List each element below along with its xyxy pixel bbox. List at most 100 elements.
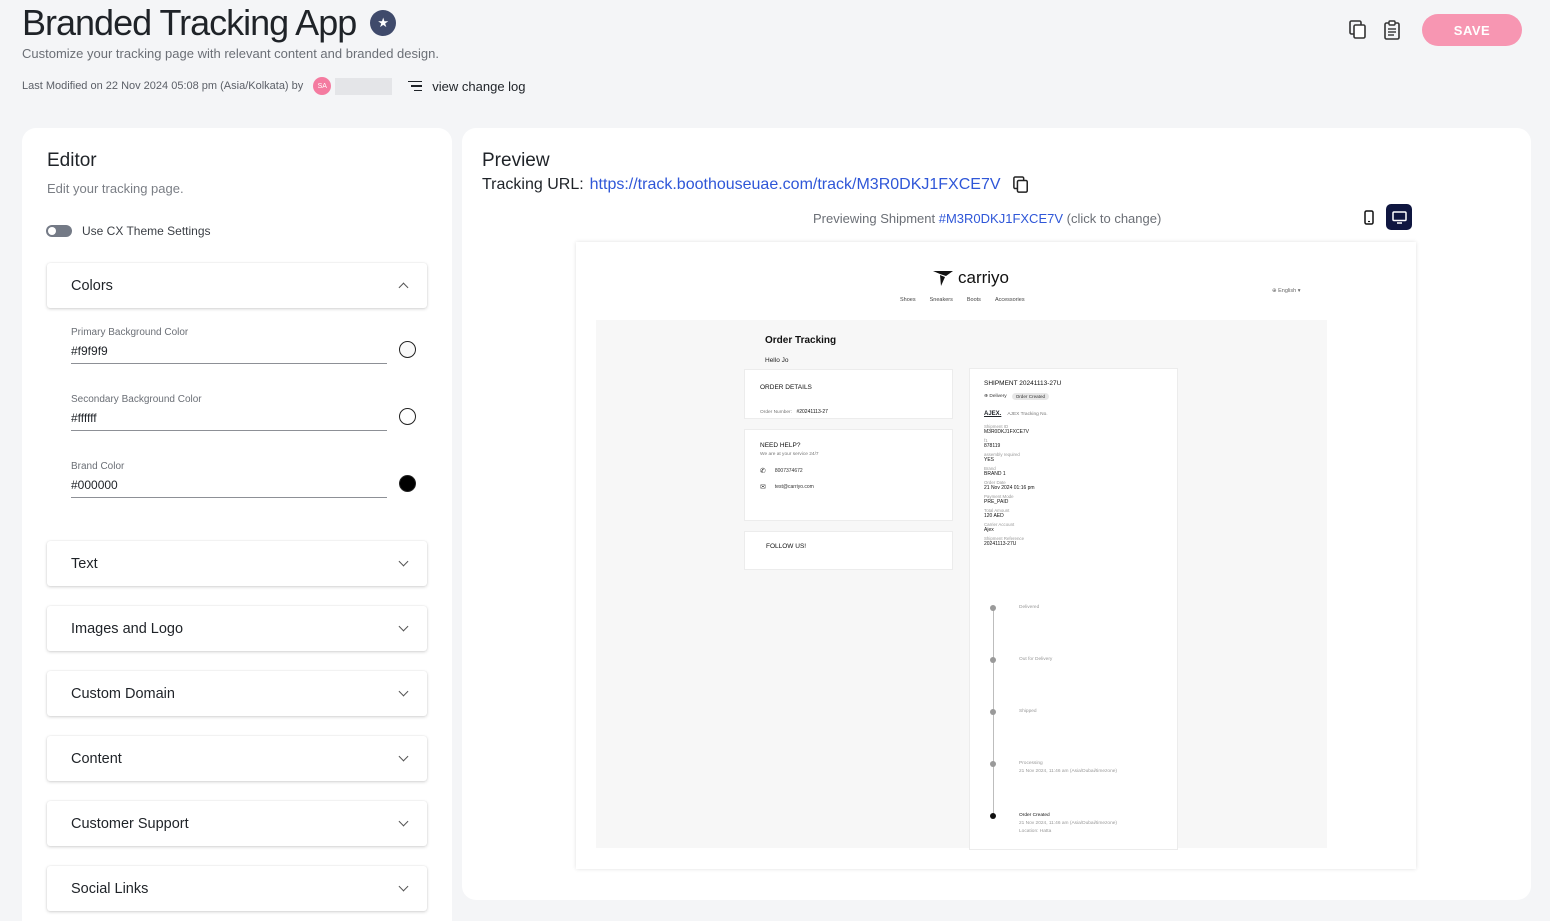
view-change-log-link[interactable]: view change log	[408, 78, 526, 94]
accordion-content[interactable]: Content	[47, 736, 427, 781]
save-button[interactable]: SAVE	[1422, 14, 1522, 46]
order-details-card: ORDER DETAILS Order Number: #20241113-27	[744, 369, 953, 419]
brand-color-field: Brand Color	[71, 461, 416, 498]
previewing-shipment[interactable]: Previewing Shipment #M3R0DKJ1FXCE7V (cli…	[813, 211, 1161, 226]
previewing-suffix: (click to change)	[1066, 211, 1162, 226]
header-actions: SAVE	[1348, 14, 1522, 46]
chevron-down-icon	[398, 556, 409, 567]
site-nav: Shoes Sneakers Boots Accessories	[900, 297, 1025, 303]
previewing-prefix: Previewing Shipment	[813, 211, 936, 226]
timeline-entry: Order Created 21 Nov 2024, 11:46 am (Asi…	[1019, 812, 1117, 836]
status-badge: Order Created	[1011, 393, 1050, 400]
secondary-bg-color-swatch[interactable]	[399, 408, 416, 425]
avatar: SA	[313, 77, 332, 95]
cx-theme-toggle-row: Use CX Theme Settings	[46, 224, 211, 238]
accordion-images-logo-label: Images and Logo	[71, 620, 184, 637]
follow-us-card: FOLLOW US!	[744, 531, 953, 570]
help-phone-row[interactable]: ✆ 8007374672	[760, 467, 937, 475]
last-modified-row: Last Modified on 22 Nov 2024 05:08 pm (A…	[22, 77, 526, 95]
page-title: Branded Tracking App	[22, 2, 357, 43]
accordion-custom-domain[interactable]: Custom Domain	[47, 671, 427, 716]
field-value: M3R0DKJ1FXCE7V	[984, 429, 1030, 435]
copy-icon[interactable]	[1348, 19, 1368, 41]
accordion-text[interactable]: Text	[47, 541, 427, 586]
timeline-dot	[990, 657, 996, 663]
chevron-down-icon	[398, 881, 409, 892]
last-modified-text: Last Modified on 22 Nov 2024 05:08 pm (A…	[22, 80, 304, 92]
field-label: Secondary Background Color	[71, 394, 202, 405]
site-brand-name: carriyo	[958, 268, 1010, 287]
mobile-view-button[interactable]	[1356, 204, 1382, 230]
timeline-status: Delivered	[1019, 605, 1040, 610]
language-selector[interactable]: ⊕ English ▾	[1272, 288, 1300, 294]
previewing-shipment-id[interactable]: #M3R0DKJ1FXCE7V	[939, 211, 1063, 226]
field-label: Primary Background Color	[71, 327, 189, 338]
truck-icon: ⊕	[984, 394, 989, 399]
field-value: PRE_PAID	[984, 499, 1009, 505]
accordion-images-logo[interactable]: Images and Logo	[47, 606, 427, 651]
chevron-down-icon	[398, 816, 409, 827]
desktop-monitor-icon	[1391, 210, 1407, 224]
field-value: 21 Nov 2024 01:16 pm	[984, 485, 1035, 491]
site-nav-item-shoes[interactable]: Shoes	[900, 297, 916, 303]
desktop-view-button[interactable]	[1386, 204, 1412, 230]
site-nav-item-boots[interactable]: Boots	[967, 297, 981, 303]
accordion-social-links-label: Social Links	[71, 880, 149, 897]
tracking-url-link[interactable]: https://track.boothouseuae.com/track/M3R…	[590, 176, 1001, 194]
need-help-title: NEED HELP?	[760, 442, 801, 449]
mobile-phone-icon	[1364, 209, 1374, 225]
accordion-social-links[interactable]: Social Links	[47, 866, 427, 911]
order-tracking-title: Order Tracking	[765, 335, 837, 346]
star-icon[interactable]: ★	[370, 10, 397, 36]
timeline-status: Shipped	[1019, 709, 1037, 714]
shipment-fields: Shipment ID M3R0DKJ1FXCE7V f1 878119 ass…	[984, 424, 1163, 547]
secondary-bg-color-input[interactable]	[71, 411, 387, 431]
follow-us-title: FOLLOW US!	[766, 543, 807, 550]
shipment-card: SHIPMENT 20241113-27U ⊕ Delivery Order C…	[969, 368, 1178, 850]
need-help-card: NEED HELP? We are at your service 24/7 ✆…	[744, 429, 953, 521]
shipment-title: SHIPMENT 20241113-27U	[984, 380, 1062, 387]
timeline-detail: 21 Nov 2024, 11:46 am (Asia/Dubai/timezo…	[1019, 821, 1118, 827]
device-toggle	[1356, 204, 1412, 230]
carrier-tracking-label: AJEX Tracking No.	[1007, 411, 1048, 417]
help-email-row[interactable]: ✉ test@carriyo.com	[760, 483, 937, 491]
chevron-down-icon: ▾	[1297, 288, 1301, 294]
site-brand-logo[interactable]: carriyo	[932, 268, 1009, 288]
timeline-dot	[990, 761, 996, 767]
shipment-status-row: ⊕ Delivery Order Created	[984, 393, 1163, 400]
accordion-colors[interactable]: Colors	[47, 263, 427, 308]
primary-bg-color-input[interactable]	[71, 344, 387, 364]
user-name-placeholder	[335, 77, 393, 95]
editor-title: Editor	[47, 150, 97, 171]
field-value: Ajex	[984, 527, 994, 533]
timeline-status: Processing	[1019, 761, 1043, 766]
clipboard-icon[interactable]	[1382, 19, 1402, 41]
accordion-colors-label: Colors	[71, 277, 113, 294]
copy-url-icon[interactable]	[1012, 176, 1029, 194]
field-value: 20241113-27U	[984, 541, 1017, 547]
accordion-customer-support[interactable]: Customer Support	[47, 801, 427, 846]
brand-color-input[interactable]	[71, 478, 387, 498]
page-header: Branded Tracking App ★ Customize your tr…	[22, 0, 1528, 110]
site-nav-item-sneakers[interactable]: Sneakers	[930, 297, 953, 303]
view-change-log-label: view change log	[432, 78, 526, 94]
secondary-bg-color-field: Secondary Background Color	[71, 394, 416, 431]
list-lines-icon	[408, 80, 423, 92]
chevron-down-icon	[398, 751, 409, 762]
order-details-title: ORDER DETAILS	[760, 384, 812, 391]
title-row: Branded Tracking App ★	[22, 2, 397, 44]
cx-theme-toggle[interactable]	[46, 225, 72, 237]
field-label: Brand Color	[71, 461, 125, 472]
need-help-subtitle: We are at your service 24/7	[760, 452, 819, 457]
accordion-custom-domain-label: Custom Domain	[71, 685, 175, 702]
primary-bg-color-swatch[interactable]	[399, 341, 416, 358]
preview-panel: Preview Tracking URL: https://track.boot…	[462, 128, 1531, 900]
globe-icon: ⊕	[1272, 288, 1277, 294]
site-nav-item-accessories[interactable]: Accessories	[995, 297, 1025, 303]
primary-bg-color-field: Primary Background Color	[71, 327, 416, 364]
brand-color-swatch[interactable]	[399, 475, 416, 492]
cx-theme-toggle-label: Use CX Theme Settings	[82, 224, 211, 238]
order-number-label: Order Number:	[760, 410, 792, 415]
chevron-down-icon	[398, 621, 409, 632]
field-value: YES	[984, 457, 995, 463]
